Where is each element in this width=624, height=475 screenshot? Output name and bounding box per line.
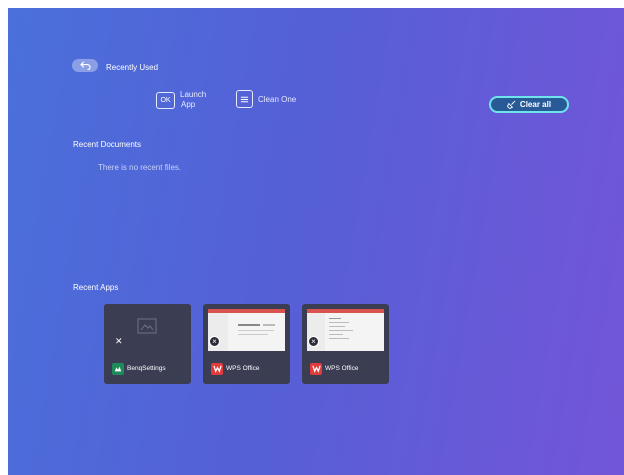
app-card-label: WPS Office bbox=[226, 365, 260, 372]
clear-all-button[interactable]: Clear all bbox=[489, 96, 569, 113]
ok-key-icon: OK bbox=[156, 91, 175, 109]
menu-key-icon bbox=[236, 90, 253, 108]
broom-icon bbox=[506, 100, 516, 109]
app-card-footer: BenqSettings bbox=[104, 353, 191, 384]
close-icon[interactable]: × bbox=[209, 336, 220, 347]
recently-used-title: Recently Used bbox=[106, 63, 159, 72]
wps-office-icon bbox=[211, 362, 223, 375]
close-icon[interactable]: ✕ bbox=[115, 336, 123, 347]
recent-app-card[interactable]: ✕ BenqSettings bbox=[104, 304, 191, 384]
no-recent-files-text: There is no recent files. bbox=[98, 163, 182, 172]
app-card-label: WPS Office bbox=[325, 365, 359, 372]
placeholder-image-icon bbox=[137, 318, 157, 334]
recent-app-card[interactable]: × WPS Office bbox=[203, 304, 290, 384]
app-card-label: BenqSettings bbox=[127, 365, 166, 372]
clean-one-hint: Clean One bbox=[236, 90, 296, 108]
recents-screen: Recently Used OK Launch App Clean One Cl… bbox=[8, 8, 624, 475]
benq-settings-icon bbox=[112, 362, 124, 375]
recent-apps-title: Recent Apps bbox=[73, 283, 119, 292]
app-card-footer: WPS Office bbox=[302, 353, 389, 384]
wps-office-icon bbox=[310, 362, 322, 375]
app-preview bbox=[307, 309, 384, 351]
back-arrow-icon bbox=[79, 61, 91, 70]
back-button[interactable] bbox=[72, 59, 98, 72]
recent-documents-title: Recent Documents bbox=[73, 140, 142, 149]
launch-app-label: Launch App bbox=[180, 90, 207, 109]
clean-one-label: Clean One bbox=[258, 94, 297, 104]
close-icon[interactable]: × bbox=[308, 336, 319, 347]
app-preview bbox=[208, 309, 285, 351]
recent-app-card[interactable]: × WPS Office bbox=[302, 304, 389, 384]
launch-app-hint: OK Launch App bbox=[156, 90, 206, 110]
app-card-footer: WPS Office bbox=[203, 353, 290, 384]
